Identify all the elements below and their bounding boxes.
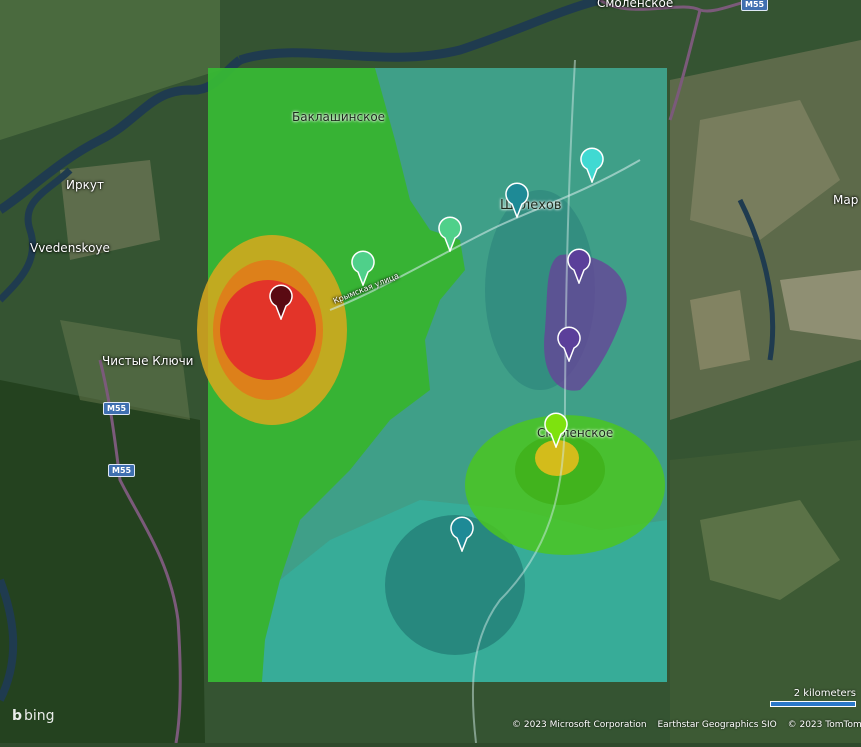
scale-label: 2 kilometers [793, 688, 856, 699]
place-label-baklashinskoe: Баклашинское [292, 110, 386, 124]
map-pin-icon[interactable] [543, 412, 569, 448]
map-pin-icon[interactable] [504, 182, 530, 218]
place-label-vvedenskoye: Vvedenskoye [30, 241, 110, 255]
scale-bar: 2 kilometers [770, 688, 856, 707]
satellite-imagery [0, 0, 861, 744]
map-attribution: © 2023 Microsoft Corporation Earthstar G… [512, 720, 861, 730]
attribution-microsoft: © 2023 Microsoft Corporation [512, 720, 647, 730]
map-pin-icon[interactable] [579, 147, 605, 183]
map-pin-icon[interactable] [449, 516, 475, 552]
bing-logo-text: bing [24, 708, 55, 724]
map-pin-icon[interactable] [437, 216, 463, 252]
bing-logo[interactable]: b bing [12, 708, 55, 724]
road-shield: M55 [103, 402, 131, 415]
bing-b-icon: b [12, 708, 23, 724]
place-label-mar: Мар [833, 193, 859, 207]
map-canvas[interactable]: Иркут Vvedenskoye Чистые Ключи Баклашинс… [0, 0, 861, 744]
map-pin-icon[interactable] [350, 250, 376, 286]
scale-bar-line [770, 701, 856, 707]
map-pin-icon[interactable] [556, 326, 582, 362]
attribution-earthstar: Earthstar Geographics SIO [657, 720, 777, 730]
road-shield: M55 [108, 464, 136, 477]
road-shield: M55 [741, 0, 769, 11]
map-pin-icon[interactable] [268, 284, 294, 320]
place-label-chistye-klyuchi: Чистые Ключи [102, 354, 194, 368]
place-label-smolenskoe-top: Смоленское [597, 0, 674, 10]
river-label-irkut: Иркут [66, 178, 104, 192]
map-pin-icon[interactable] [566, 248, 592, 284]
attribution-tomtom: © 2023 TomTom [787, 720, 861, 730]
